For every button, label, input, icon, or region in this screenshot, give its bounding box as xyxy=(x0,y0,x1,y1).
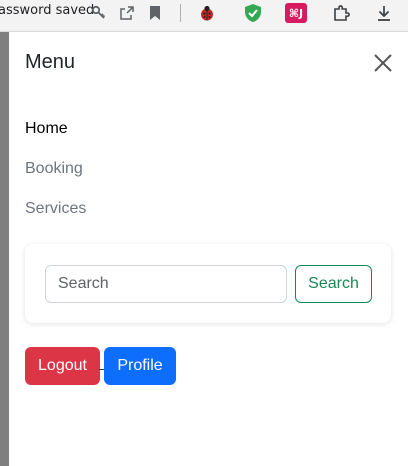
page-backdrop[interactable] xyxy=(0,32,9,466)
offcanvas-title: Menu xyxy=(25,51,76,73)
logout-button[interactable]: Logout xyxy=(25,347,100,385)
close-icon[interactable] xyxy=(372,52,394,74)
download-icon[interactable] xyxy=(373,2,395,24)
toolbar-separator xyxy=(180,4,181,22)
search-card: Search xyxy=(25,244,391,323)
browser-toolbar: assword saved ⌘J xyxy=(0,0,408,32)
search-input[interactable] xyxy=(45,265,287,303)
nav-link-booking[interactable]: Booking xyxy=(25,160,83,178)
password-saved-label: assword saved xyxy=(0,3,95,18)
open-external-icon[interactable] xyxy=(116,2,138,24)
shortcut-extension-icon[interactable]: ⌘J xyxy=(285,3,307,23)
offcanvas-menu: Menu Home Booking Services Search Logout… xyxy=(9,32,408,466)
bookmark-icon[interactable] xyxy=(144,2,166,24)
key-icon[interactable] xyxy=(88,2,110,24)
shield-check-icon[interactable] xyxy=(242,2,264,24)
ladybug-extension-icon[interactable] xyxy=(196,2,218,24)
nav-link-home[interactable]: Home xyxy=(25,120,68,138)
extensions-puzzle-icon[interactable] xyxy=(330,2,352,24)
search-button[interactable]: Search xyxy=(295,265,372,303)
nav-link-services[interactable]: Services xyxy=(25,200,86,218)
profile-button[interactable]: Profile xyxy=(104,347,176,385)
